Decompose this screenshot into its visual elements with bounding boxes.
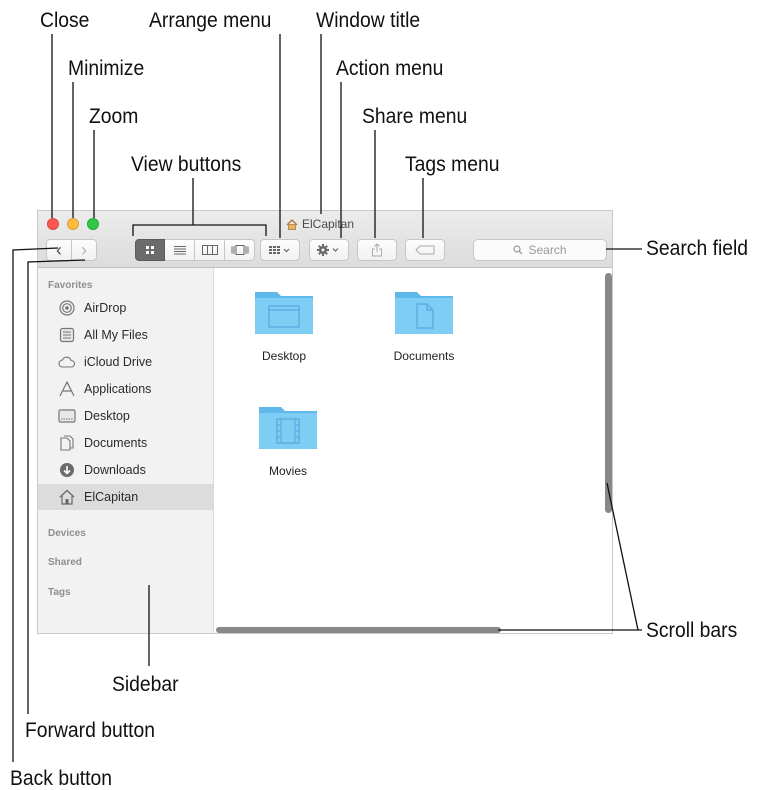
window-title-text: ElCapitan <box>302 217 355 231</box>
sidebar-item-all-my-files[interactable]: All My Files <box>38 322 213 348</box>
finder-window: ElCapitan ‹ › Search Favorites AirDrop A… <box>37 210 613 634</box>
window-title: ElCapitan <box>286 217 354 231</box>
search-field[interactable]: Search <box>473 239 607 261</box>
desktop-icon <box>58 409 76 423</box>
forward-button[interactable]: › <box>71 239 97 261</box>
search-placeholder: Search <box>528 243 567 257</box>
tag-icon <box>415 245 435 255</box>
callout-close: Close <box>40 9 90 32</box>
callout-share-menu: Share menu <box>362 105 468 128</box>
action-menu-button[interactable] <box>309 239 349 261</box>
zoom-button[interactable] <box>87 218 99 230</box>
toolbar: ElCapitan ‹ › Search <box>38 211 612 268</box>
sidebar-heading-shared[interactable]: Shared <box>48 557 82 568</box>
sidebar-item-label: iCloud Drive <box>84 355 153 369</box>
sidebar-item-label: AirDrop <box>84 301 127 315</box>
cloud-icon <box>58 356 76 368</box>
file-item-movies[interactable]: Movies <box>238 401 338 478</box>
arrange-menu-button[interactable] <box>260 239 300 261</box>
callout-sidebar: Sidebar <box>112 673 179 696</box>
sidebar-item-elcapitan[interactable]: ElCapitan <box>38 484 213 510</box>
documents-icon <box>60 435 74 451</box>
file-name: Desktop <box>261 349 307 363</box>
sidebar-item-desktop[interactable]: Desktop <box>38 403 213 429</box>
file-item-desktop[interactable]: Desktop <box>234 286 334 363</box>
list-view-button[interactable] <box>165 239 195 261</box>
file-name: Movies <box>268 464 307 478</box>
share-icon <box>372 243 382 257</box>
cover-flow-button[interactable] <box>225 239 255 261</box>
horizontal-scrollbar[interactable] <box>216 627 501 633</box>
sidebar-item-label: Downloads <box>84 463 146 477</box>
sidebar-item-label: All My Files <box>84 328 148 342</box>
folder-movies-icon <box>259 407 317 449</box>
sidebar-item-documents[interactable]: Documents <box>38 430 213 456</box>
forward-arrow-icon: › <box>81 240 87 260</box>
callout-forward-button: Forward button <box>25 719 155 742</box>
column-view-button[interactable] <box>195 239 225 261</box>
file-name: Documents <box>393 349 455 363</box>
applications-icon <box>59 381 75 397</box>
sidebar-heading-tags[interactable]: Tags <box>48 587 71 598</box>
icon-view-button[interactable] <box>135 239 165 261</box>
callout-tags-menu: Tags menu <box>405 153 500 176</box>
sidebar-item-label: ElCapitan <box>84 490 139 504</box>
callout-action-menu: Action menu <box>336 57 444 80</box>
icon-view-icon <box>146 246 154 254</box>
close-button[interactable] <box>47 218 59 230</box>
callout-window-title: Window title <box>316 9 421 32</box>
callout-minimize: Minimize <box>68 57 145 80</box>
callout-search-field: Search field <box>646 237 749 260</box>
airdrop-icon <box>59 300 75 316</box>
downloads-icon <box>60 463 74 477</box>
gear-icon <box>317 244 339 256</box>
column-view-icon <box>201 245 218 255</box>
cover-flow-icon <box>231 245 248 255</box>
file-item-documents[interactable]: Documents <box>374 286 474 363</box>
sidebar-item-label: Documents <box>84 436 148 450</box>
sidebar-item-label: Applications <box>84 382 152 396</box>
view-buttons <box>135 239 255 261</box>
sidebar-item-downloads[interactable]: Downloads <box>38 457 213 483</box>
share-menu-button[interactable] <box>357 239 397 261</box>
sidebar-item-airdrop[interactable]: AirDrop <box>38 295 213 321</box>
vertical-scrollbar[interactable] <box>605 273 612 513</box>
callout-arrange-menu: Arrange menu <box>149 9 272 32</box>
all-my-files-icon <box>59 327 75 343</box>
file-browser: Desktop Documents Movies <box>214 268 612 633</box>
callout-zoom: Zoom <box>89 105 139 128</box>
back-arrow-icon: ‹ <box>56 240 62 260</box>
home-icon <box>59 489 75 505</box>
search-icon <box>513 245 523 255</box>
sidebar: Favorites AirDrop All My Files iCloud Dr… <box>38 268 214 633</box>
home-icon <box>286 218 298 230</box>
arrange-icon <box>269 246 290 254</box>
minimize-button[interactable] <box>67 218 79 230</box>
sidebar-heading-devices[interactable]: Devices <box>48 528 86 539</box>
list-view-icon <box>173 246 186 255</box>
sidebar-item-applications[interactable]: Applications <box>38 376 213 402</box>
tags-menu-button[interactable] <box>405 239 445 261</box>
callout-view-buttons: View buttons <box>131 153 242 176</box>
folder-documents-icon <box>395 292 453 334</box>
callout-back-button: Back button <box>10 767 113 790</box>
back-button[interactable]: ‹ <box>46 239 72 261</box>
callout-scroll-bars: Scroll bars <box>646 619 738 642</box>
sidebar-item-label: Desktop <box>84 409 130 423</box>
sidebar-item-icloud-drive[interactable]: iCloud Drive <box>38 349 213 375</box>
folder-desktop-icon <box>255 292 313 334</box>
sidebar-heading-favorites: Favorites <box>48 280 93 291</box>
